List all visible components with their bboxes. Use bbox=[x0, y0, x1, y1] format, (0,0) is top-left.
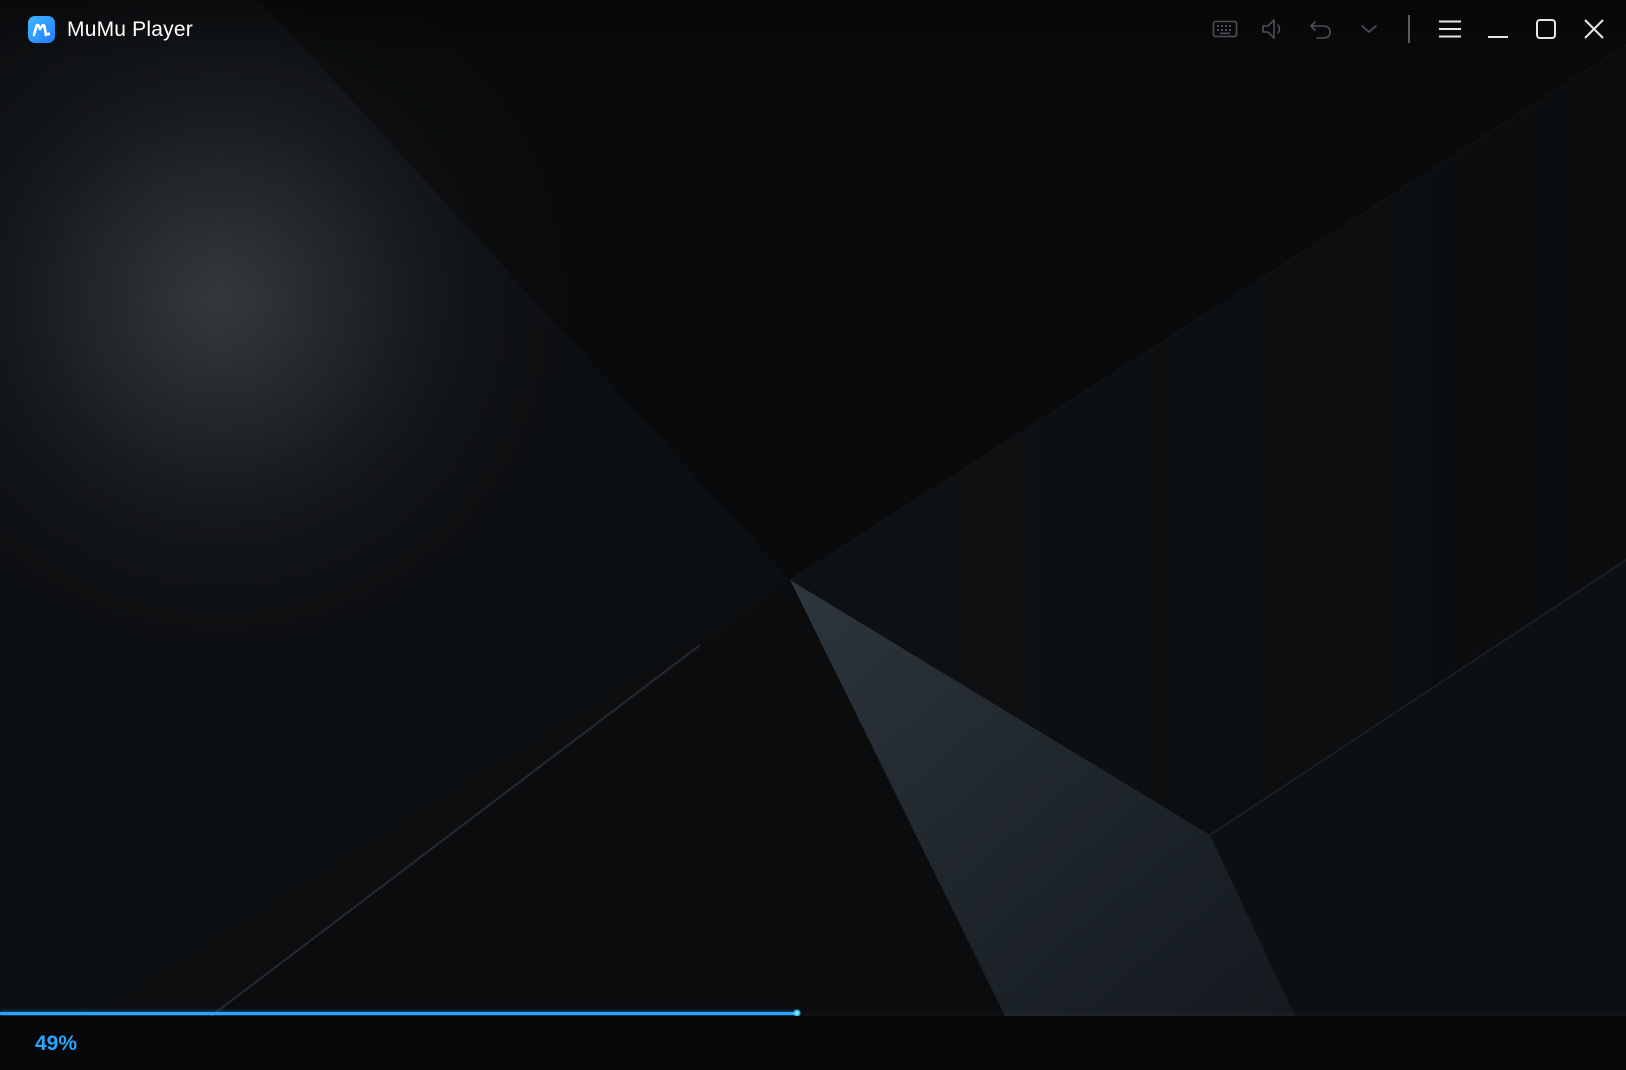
close-button[interactable] bbox=[1578, 13, 1610, 45]
volume-button[interactable] bbox=[1257, 13, 1289, 45]
maximize-icon bbox=[1536, 19, 1556, 39]
keyboard-icon bbox=[1212, 20, 1238, 38]
toolbar-separator bbox=[1408, 15, 1410, 43]
undo-icon bbox=[1310, 21, 1331, 39]
minimize-icon bbox=[1488, 36, 1508, 38]
mumu-logo-icon bbox=[28, 16, 55, 43]
maximize-button[interactable] bbox=[1530, 13, 1562, 45]
progress-fill bbox=[0, 1012, 797, 1015]
keyboard-button[interactable] bbox=[1209, 13, 1241, 45]
menu-icon bbox=[1439, 20, 1461, 38]
status-bar bbox=[0, 1016, 1626, 1070]
volume-icon bbox=[1262, 19, 1281, 39]
close-icon bbox=[1584, 19, 1604, 39]
more-button[interactable] bbox=[1353, 13, 1385, 45]
window-title: MuMu Player bbox=[67, 18, 193, 41]
minimize-button[interactable] bbox=[1482, 13, 1514, 45]
back-button[interactable] bbox=[1305, 13, 1337, 45]
progress-percent-label: 49% bbox=[35, 1032, 78, 1055]
mumu-player-window: MuMu Player 49% bbox=[0, 0, 1626, 1070]
chevron-down-icon bbox=[1361, 25, 1377, 33]
title-bar[interactable]: MuMu Player bbox=[0, 0, 1626, 58]
menu-button[interactable] bbox=[1434, 13, 1466, 45]
loading-background bbox=[0, 0, 1626, 1070]
